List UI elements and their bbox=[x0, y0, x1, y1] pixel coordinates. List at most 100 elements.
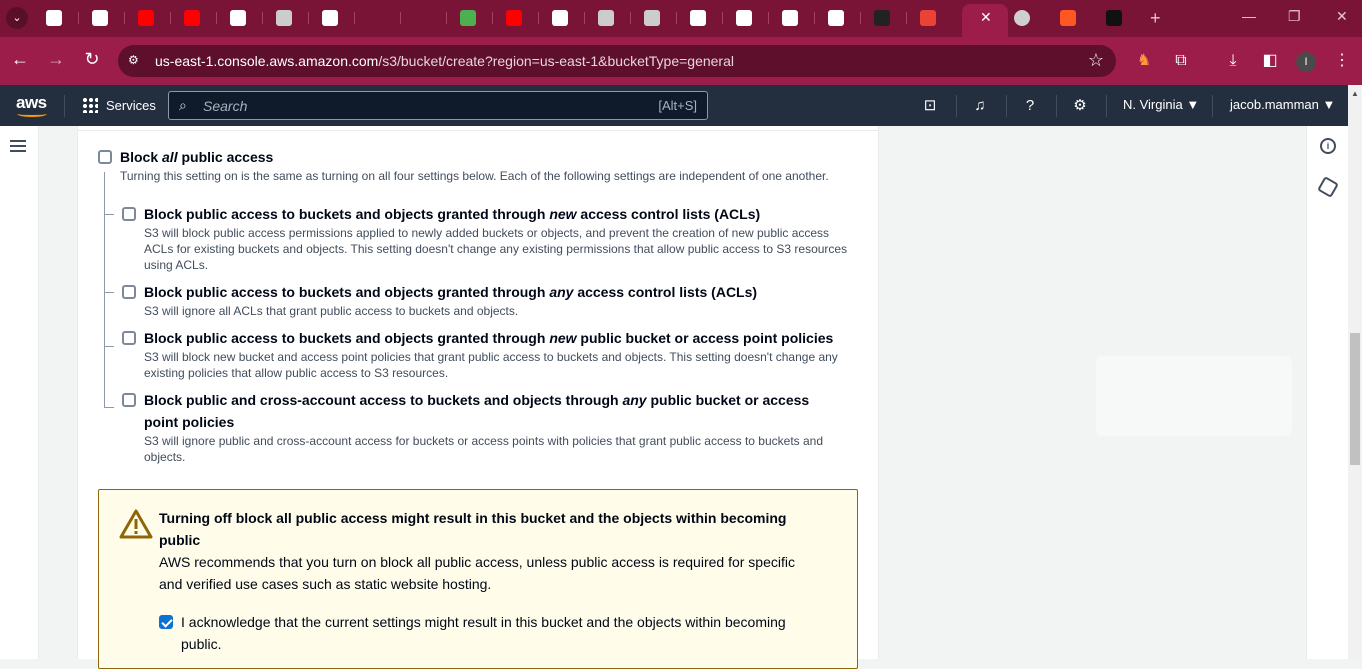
warning-triangle-icon bbox=[119, 509, 153, 539]
new-tab-button[interactable]: + bbox=[1150, 8, 1161, 29]
browser-tab[interactable] bbox=[1000, 4, 1046, 32]
browser-tab[interactable] bbox=[492, 4, 538, 32]
hexagon-icon[interactable] bbox=[1317, 176, 1339, 198]
hamburger-menu-icon[interactable] bbox=[10, 140, 26, 152]
browser-tab[interactable] bbox=[1092, 4, 1138, 32]
browser-tab[interactable] bbox=[400, 4, 446, 32]
browser-tab[interactable] bbox=[906, 4, 952, 32]
gmail-icon bbox=[920, 10, 936, 26]
browser-tab[interactable] bbox=[722, 4, 768, 32]
extensions-puzzle-icon[interactable]: ⧉ bbox=[1170, 50, 1192, 72]
browser-tab[interactable] bbox=[768, 4, 814, 32]
services-label: Services bbox=[106, 98, 156, 113]
aws-logo-text: aws bbox=[16, 93, 47, 112]
browser-tab[interactable] bbox=[78, 4, 124, 32]
browser-tab[interactable] bbox=[32, 4, 78, 32]
openai-icon bbox=[276, 10, 292, 26]
pluralsight-icon bbox=[690, 10, 706, 26]
aws-top-nav: aws Services ⌕ Search [Alt+S] ⊡ ♫ ? ⚙ N.… bbox=[0, 85, 1348, 126]
aws-logo[interactable]: aws bbox=[16, 93, 47, 117]
block-new-policies-label[interactable]: Block public access to buckets and objec… bbox=[144, 327, 844, 349]
scrollbar-thumb[interactable] bbox=[1350, 333, 1360, 465]
browser-tab[interactable] bbox=[860, 4, 906, 32]
window-close-icon[interactable]: ✕ bbox=[1336, 8, 1348, 25]
block-any-policies-checkbox[interactable] bbox=[122, 393, 136, 407]
url-host: us-east-1.console.aws.amazon.com bbox=[155, 53, 379, 69]
warning-title: Turning off block all public access migh… bbox=[159, 510, 787, 548]
address-bar[interactable]: ⚙ us-east-1.console.aws.amazon.com/s3/bu… bbox=[118, 45, 1116, 77]
block-any-policies-label[interactable]: Block public and cross-account access to… bbox=[144, 389, 834, 433]
close-tab-icon[interactable]: ✕ bbox=[980, 9, 992, 26]
minimize-icon[interactable]: — bbox=[1242, 8, 1256, 24]
block-new-acls-checkbox[interactable] bbox=[122, 207, 136, 221]
search-input[interactable]: ⌕ Search [Alt+S] bbox=[168, 91, 708, 120]
chatgpt-icon bbox=[782, 10, 798, 26]
block-any-acls-description: S3 will ignore all ACLs that grant publi… bbox=[144, 304, 519, 318]
acknowledge-label[interactable]: I acknowledge that the current settings … bbox=[181, 611, 821, 655]
block-new-acls-description: S3 will block public access permissions … bbox=[144, 226, 848, 272]
cloudshell-icon[interactable]: ⊡ bbox=[920, 96, 940, 116]
divider bbox=[1106, 95, 1107, 117]
browser-menu-icon[interactable]: ⋮ bbox=[1331, 50, 1353, 72]
settings-gear-icon[interactable]: ⚙ bbox=[1070, 96, 1090, 116]
google-icon bbox=[828, 10, 844, 26]
side-panel-icon[interactable]: ◧ bbox=[1259, 50, 1281, 72]
bookmark-star-icon[interactable]: ☆ bbox=[1088, 50, 1104, 71]
region-selector[interactable]: N. Virginia ▼ bbox=[1123, 97, 1199, 112]
info-icon[interactable]: i bbox=[1320, 138, 1336, 154]
browser-tab[interactable] bbox=[814, 4, 860, 32]
site-settings-icon[interactable]: ⚙ bbox=[128, 53, 144, 69]
browser-tab[interactable] bbox=[216, 4, 262, 32]
notepad-icon bbox=[322, 10, 338, 26]
globe-icon bbox=[1014, 10, 1030, 26]
tab-search-chevron-icon[interactable]: ⌄ bbox=[6, 7, 28, 29]
browser-tab[interactable] bbox=[676, 4, 722, 32]
back-icon[interactable]: ← bbox=[8, 49, 32, 70]
bars-icon bbox=[736, 10, 752, 26]
label-text: Block public access to buckets and objec… bbox=[144, 330, 550, 346]
block-new-policies-checkbox[interactable] bbox=[122, 331, 136, 345]
browser-tab[interactable] bbox=[354, 4, 400, 32]
label-emphasis: any bbox=[549, 284, 574, 300]
browser-tab[interactable] bbox=[630, 4, 676, 32]
profile-avatar[interactable]: I bbox=[1296, 52, 1316, 72]
browser-tab[interactable] bbox=[308, 4, 354, 32]
block-new-acls-label[interactable]: Block public access to buckets and objec… bbox=[144, 203, 844, 225]
label-emphasis: any bbox=[622, 392, 647, 408]
browser-tab[interactable] bbox=[446, 4, 492, 32]
notifications-bell-icon[interactable]: ♫ bbox=[970, 96, 990, 116]
github-copilot-icon bbox=[598, 10, 614, 26]
download-icon[interactable]: ⤓ bbox=[1222, 50, 1244, 72]
restore-icon[interactable]: ❐ bbox=[1288, 8, 1301, 25]
page-scrollbar[interactable]: ▲ bbox=[1348, 85, 1362, 659]
forward-icon[interactable]: → bbox=[44, 49, 68, 70]
github-icon bbox=[874, 10, 890, 26]
account-menu[interactable]: jacob.mamman ▼ bbox=[1230, 97, 1335, 112]
acknowledge-checkbox[interactable] bbox=[159, 615, 173, 629]
block-all-description: Turning this setting on is the same as t… bbox=[120, 169, 829, 183]
scroll-up-icon[interactable]: ▲ bbox=[1351, 89, 1359, 98]
aws-smile-icon bbox=[17, 111, 47, 117]
reload-icon[interactable]: ↻ bbox=[80, 49, 104, 70]
browser-tab[interactable] bbox=[538, 4, 584, 32]
block-all-public-access-label[interactable]: Block all public access bbox=[120, 146, 273, 168]
browser-tab[interactable] bbox=[262, 4, 308, 32]
services-menu-button[interactable]: Services bbox=[82, 97, 156, 113]
help-icon[interactable]: ? bbox=[1020, 96, 1040, 116]
label-text: Block public access to buckets and objec… bbox=[144, 206, 550, 222]
block-any-acls-checkbox[interactable] bbox=[122, 285, 136, 299]
search-icon: ⌕ bbox=[179, 97, 187, 113]
browser-tab[interactable] bbox=[584, 4, 630, 32]
browser-tab[interactable] bbox=[1046, 4, 1092, 32]
url-text[interactable]: us-east-1.console.aws.amazon.com/s3/buck… bbox=[155, 53, 734, 69]
label-text: access control lists (ACLs) bbox=[573, 284, 758, 300]
url-path: /s3/bucket/create?region=us-east-1&bucke… bbox=[378, 53, 734, 69]
browser-tab[interactable] bbox=[170, 4, 216, 32]
block-new-policies-description: S3 will block new bucket and access poin… bbox=[144, 350, 838, 380]
divider bbox=[64, 95, 65, 117]
medium-icon bbox=[552, 10, 568, 26]
browser-tab[interactable] bbox=[124, 4, 170, 32]
extension-fox-icon[interactable]: ♞ bbox=[1133, 50, 1155, 72]
block-all-public-access-checkbox[interactable] bbox=[98, 150, 112, 164]
block-any-acls-label[interactable]: Block public access to buckets and objec… bbox=[144, 281, 844, 303]
